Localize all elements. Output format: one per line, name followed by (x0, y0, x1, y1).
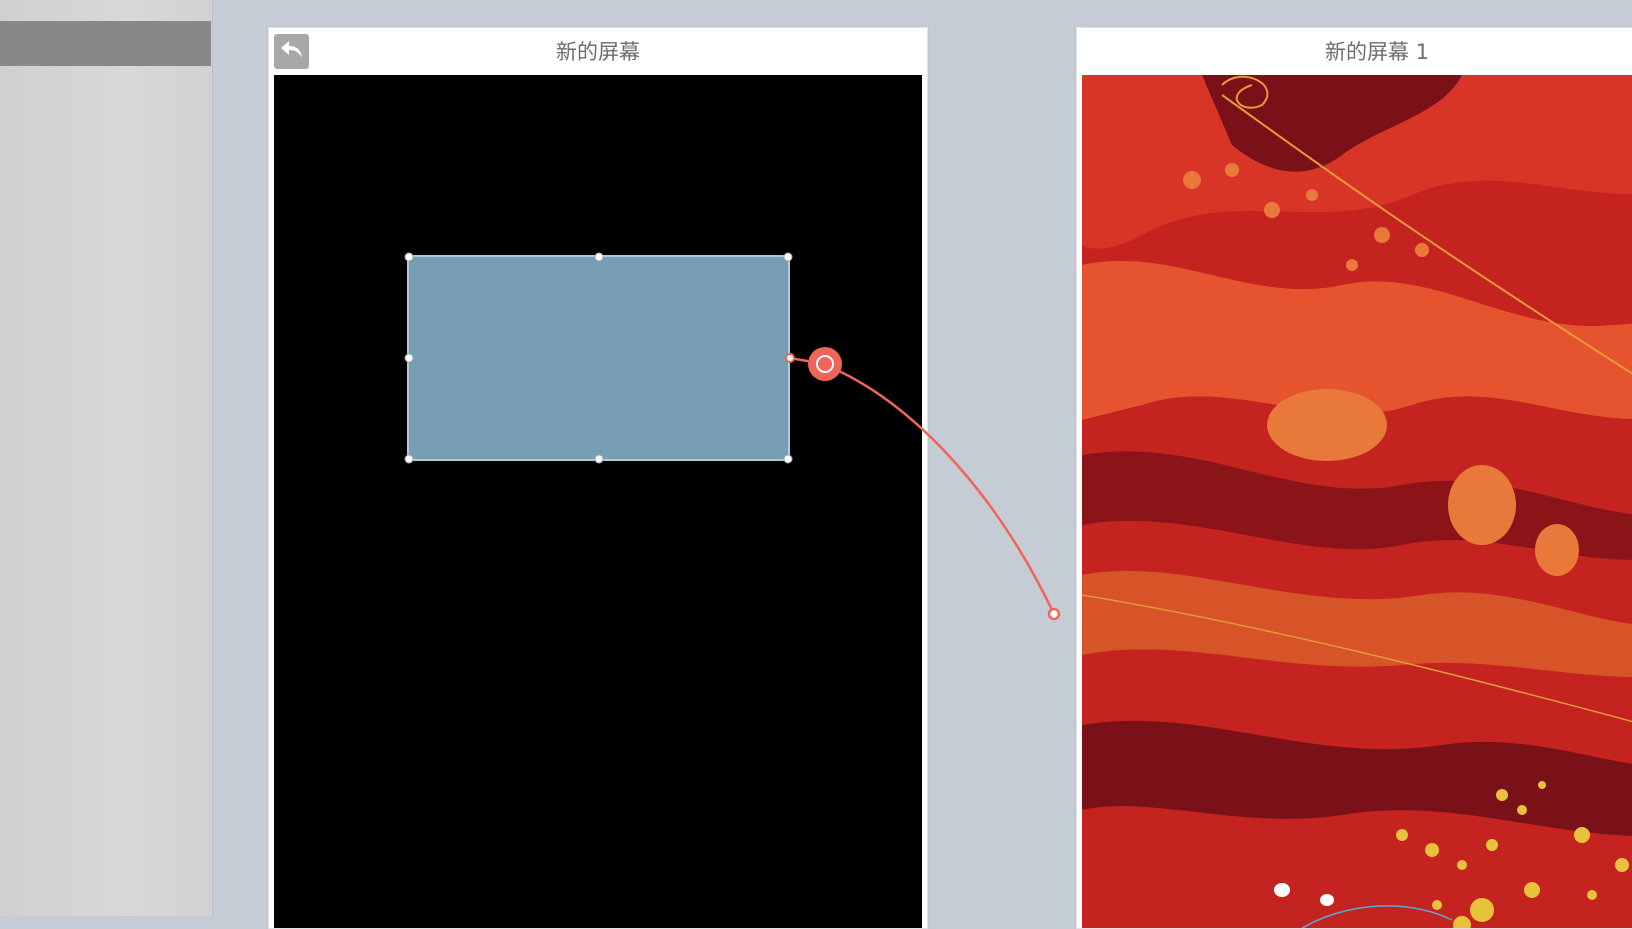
sidebar-selected-item[interactable] (0, 21, 211, 66)
link-start-handle[interactable] (785, 353, 795, 363)
screen-title: 新的屏幕 1 (1324, 40, 1430, 64)
screen-header: 新的屏幕 (269, 28, 927, 74)
link-end-point[interactable] (1047, 607, 1061, 621)
screen-background-image[interactable] (1082, 75, 1632, 928)
resize-handle-bottom-left[interactable] (404, 454, 414, 464)
resize-handle-middle-left[interactable] (404, 353, 414, 363)
abstract-red-artwork (1082, 75, 1632, 928)
screen-card-new-screen[interactable]: 新的屏幕 (268, 27, 928, 929)
screen-card-new-screen-1[interactable]: 新的屏幕 1 (1076, 27, 1632, 929)
back-button[interactable] (274, 34, 309, 69)
resize-handle-top-center[interactable] (594, 252, 603, 262)
sidebar-panel (0, 0, 213, 916)
resize-handle-top-right[interactable] (783, 252, 793, 262)
link-drag-handle[interactable] (808, 347, 842, 381)
resize-handle-bottom-right[interactable] (783, 454, 793, 464)
back-arrow-icon (279, 39, 305, 65)
hotspot-rectangle[interactable] (404, 252, 793, 464)
resize-handle-top-left[interactable] (404, 252, 414, 262)
resize-handle-bottom-center[interactable] (594, 454, 603, 464)
screen-body-black[interactable] (274, 75, 922, 928)
screen-header: 新的屏幕 1 (1077, 28, 1632, 74)
screen-title: 新的屏幕 (556, 40, 640, 64)
